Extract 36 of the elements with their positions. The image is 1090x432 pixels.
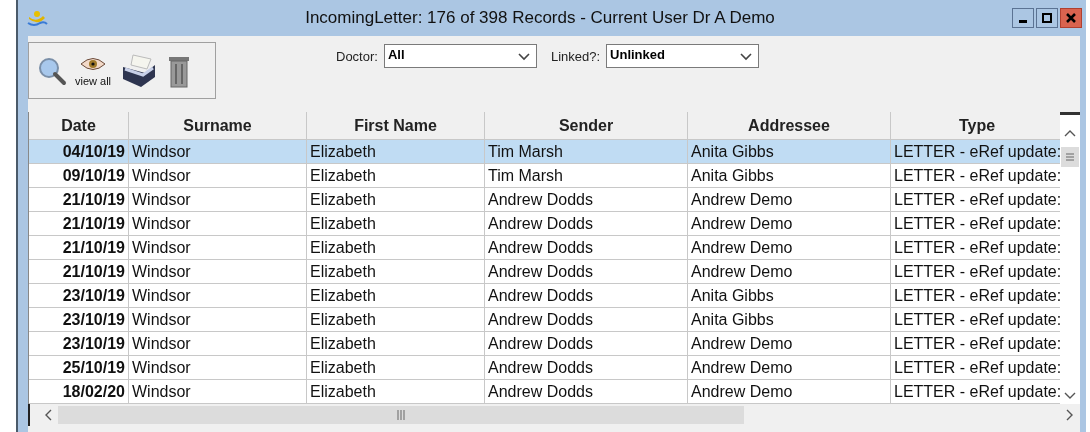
close-icon <box>1066 13 1076 23</box>
scroll-thumb[interactable] <box>58 406 744 424</box>
chevron-right-icon <box>1066 409 1074 421</box>
table-row[interactable]: 23/10/19 Windsor Elizabeth Andrew Dodds Andrew Demo LETTER - eRef update: <box>29 332 1061 356</box>
grip-icon <box>397 410 405 420</box>
table-row[interactable]: 21/10/19 Windsor Elizabeth Andrew Dodds Andrew Demo LETTER - eRef update: <box>29 188 1061 212</box>
vertical-scrollbar[interactable] <box>1060 112 1080 404</box>
filter-dropdown[interactable]: All <box>383 44 537 68</box>
table-row[interactable]: 04/10/19 Windsor Elizabeth Tim Marsh Anita Gibbs LETTER - eRef update: <box>29 140 1061 164</box>
search-icon <box>37 55 67 86</box>
filter-label: Linked?: <box>550 48 601 64</box>
scroll-thumb[interactable] <box>1061 147 1080 167</box>
table-row[interactable]: 18/02/20 Windsor Elizabeth Andrew Dodds Andrew Demo LETTER - eRef update: <box>29 380 1061 404</box>
maximize-icon <box>1042 13 1052 23</box>
window-title: IncomingLetter: 176 of 398 Records - Current User Dr A Demo <box>304 8 776 28</box>
chevron-up-icon <box>1064 129 1077 137</box>
chevron-down-icon <box>1064 392 1077 400</box>
chevron-down-icon <box>740 53 753 61</box>
table-row[interactable]: 23/10/19 Windsor Elizabeth Andrew Dodds Anita Gibbs LETTER - eRef update: <box>29 284 1061 308</box>
filter-dropdown[interactable]: Unlinked <box>606 44 760 68</box>
search-button[interactable] <box>37 55 67 86</box>
table-row[interactable]: 21/10/19 Windsor Elizabeth Andrew Dodds Andrew Demo LETTER - eRef update: <box>29 236 1061 260</box>
chevron-down-icon <box>517 53 530 61</box>
chevron-left-icon <box>44 409 52 421</box>
view-all-button[interactable]: view all <box>75 54 112 87</box>
table-row[interactable]: 09/10/19 Windsor Elizabeth Tim Marsh Anita Gibbs LETTER - eRef update: <box>29 164 1061 188</box>
table-row[interactable]: 21/10/19 Windsor Elizabeth Andrew Dodds Andrew Demo LETTER - eRef update: <box>29 212 1061 236</box>
maximize-button[interactable] <box>1036 8 1058 28</box>
filter-label: Doctor: <box>336 48 378 64</box>
table-row[interactable]: 23/10/19 Windsor Elizabeth Andrew Dodds Anita Gibbs LETTER - eRef update: <box>29 308 1061 332</box>
table-row[interactable]: 21/10/19 Windsor Elizabeth Andrew Dodds Andrew Demo LETTER - eRef update: <box>29 260 1061 284</box>
grip-icon <box>1065 153 1076 161</box>
minimize-icon <box>1019 19 1027 23</box>
minimize-button[interactable] <box>1012 8 1034 28</box>
table-row[interactable]: 25/10/19 Windsor Elizabeth Andrew Dodds Andrew Demo LETTER - eRef update: <box>29 356 1061 380</box>
close-button[interactable] <box>1060 8 1082 28</box>
